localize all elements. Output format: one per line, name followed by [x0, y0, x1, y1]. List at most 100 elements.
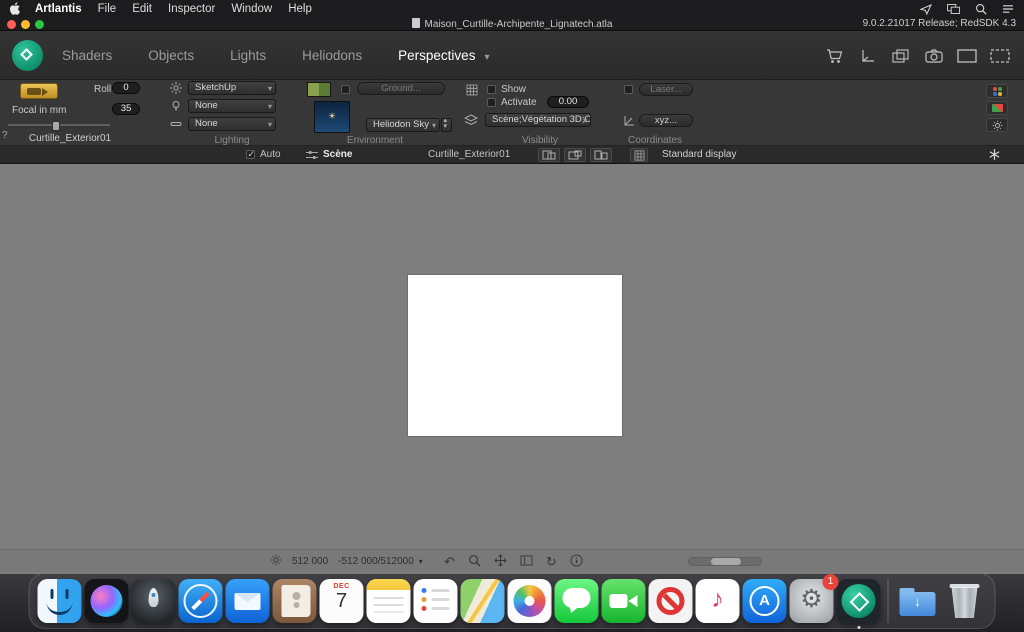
dock-reminders-icon[interactable] [414, 579, 458, 623]
dock-siri-icon[interactable] [85, 579, 129, 623]
zoom-icon[interactable] [468, 554, 481, 570]
red-green-icon [992, 104, 1003, 112]
neon-set-dropdown-2[interactable]: None [188, 117, 276, 131]
dock-finder-icon[interactable] [38, 579, 82, 623]
sky-type-dropdown[interactable]: Heliodon Sky [366, 118, 440, 132]
cart-icon[interactable] [823, 46, 847, 66]
menu-inspector[interactable]: Inspector [168, 3, 215, 15]
dock-maps-icon[interactable] [461, 579, 505, 623]
display-mode-selector[interactable]: Standard display [662, 149, 737, 160]
tab-objects[interactable]: Objects [148, 48, 194, 63]
laser-checkbox[interactable] [624, 85, 633, 94]
menu-window[interactable]: Window [231, 3, 272, 15]
neon-set-value-1: None [195, 100, 218, 111]
sky-stepper[interactable] [441, 118, 452, 132]
camera-name-label: Curtille_Exterior01 [0, 133, 140, 144]
undo-icon[interactable]: ↶ [444, 555, 455, 568]
dock-no-entry-icon[interactable] [649, 579, 693, 623]
dock-app-store-icon[interactable] [743, 579, 787, 623]
layers-dropdown[interactable]: Scène;Végétation 3D;Obj. [485, 113, 591, 127]
neon-set-value-2: None [195, 118, 218, 129]
dock-messages-icon[interactable] [555, 579, 599, 623]
ground-color-swatch[interactable] [307, 82, 331, 97]
ground-checkbox[interactable] [341, 85, 350, 94]
lights-set-value: SketchUp [195, 82, 236, 93]
pan-icon[interactable] [494, 554, 507, 570]
focal-slider[interactable] [8, 124, 110, 126]
menu-help[interactable]: Help [288, 3, 312, 15]
aspect-preset-button-3[interactable] [590, 148, 612, 162]
menu-edit[interactable]: Edit [132, 3, 152, 15]
windows-stack-icon[interactable] [889, 46, 913, 66]
focal-label: Focal in mm [12, 105, 66, 116]
dock-calendar-icon[interactable]: DEC 7 [320, 579, 364, 623]
safe-frame-button[interactable] [630, 148, 648, 162]
status-displays-icon[interactable] [947, 4, 960, 14]
aspect-preset-button-2[interactable] [564, 148, 586, 162]
dashed-frame-icon[interactable] [988, 46, 1012, 66]
xyz-button[interactable]: xyz... [639, 114, 693, 127]
dock-facetime-icon[interactable] [602, 579, 646, 623]
dock-downloads-folder-icon[interactable]: ↓ [896, 579, 940, 623]
panel-layout-icon[interactable] [520, 555, 533, 569]
corner-ruler-icon[interactable] [856, 46, 880, 66]
apple-menu-icon[interactable] [10, 2, 21, 15]
sky-preview-thumbnail[interactable] [314, 101, 350, 133]
tab-shaders[interactable]: Shaders [62, 48, 112, 63]
dock: DEC 7 1 ↓ [29, 573, 996, 629]
coordinates-section-label: Coordinates [613, 135, 697, 146]
auto-checkbox[interactable] [246, 150, 255, 159]
diamond-icon [20, 48, 33, 61]
menu-file[interactable]: File [98, 3, 117, 15]
aspect-preset-button-1[interactable] [538, 148, 560, 162]
dock-music-icon[interactable] [696, 579, 740, 623]
dock-artlantis-icon[interactable] [837, 579, 881, 623]
dock-mail-icon[interactable] [226, 579, 270, 623]
camera-icon[interactable] [922, 46, 946, 66]
scrollbar-thumb[interactable] [711, 558, 741, 565]
document-icon [412, 18, 420, 28]
tab-heliodons[interactable]: Heliodons [302, 48, 362, 63]
ground-button[interactable]: Ground... [357, 82, 445, 95]
viewport-canvas[interactable]: 512 000 -512 000/512000 ↶ ↻ [0, 164, 1024, 574]
activate-value-input[interactable]: 0.00 [547, 96, 589, 108]
show-checkbox[interactable] [487, 85, 496, 94]
notification-center-icon[interactable] [1002, 4, 1014, 14]
status-plane-icon[interactable] [920, 3, 932, 15]
laser-button[interactable]: Laser... [639, 83, 693, 96]
render-settings-gear-icon[interactable] [270, 554, 282, 569]
spotlight-search-icon[interactable] [975, 3, 987, 15]
camera-type-button[interactable] [20, 83, 58, 99]
dock-trash-icon[interactable] [943, 579, 987, 623]
roll-input[interactable]: 0 [112, 82, 140, 94]
neon-tube-icon [170, 118, 182, 130]
dock-contacts-icon[interactable] [273, 579, 317, 623]
frame-icon[interactable] [955, 46, 979, 66]
menu-bar-status-icons [920, 3, 1014, 15]
render-size-value[interactable]: 512 000 [292, 556, 328, 567]
info-icon[interactable] [570, 554, 583, 570]
color-dots-icon [992, 86, 1002, 96]
render-size-detail-dropdown[interactable]: -512 000/512000 [338, 556, 423, 567]
tab-lights[interactable]: Lights [230, 48, 266, 63]
dock-system-preferences-icon[interactable]: 1 [790, 579, 834, 623]
dock-photos-icon[interactable] [508, 579, 552, 623]
neon-set-dropdown-1[interactable]: None [188, 99, 276, 113]
tab-perspectives[interactable]: Perspectives [398, 48, 489, 63]
refresh-icon[interactable]: ↻ [546, 555, 557, 568]
scene-settings-icon [306, 150, 318, 163]
app-menu-artlantis[interactable]: Artlantis [35, 3, 82, 15]
scene-bar: Auto Scène Curtille_Exterior01 Standard … [0, 146, 1024, 164]
viewport-scrollbar[interactable] [688, 557, 762, 566]
dock-safari-icon[interactable] [179, 579, 223, 623]
inspector-tab-bar: Shaders Objects Lights Heliodons Perspec… [0, 31, 1024, 80]
red-green-toggle-button[interactable] [986, 101, 1008, 115]
dock-notes-icon[interactable] [367, 579, 411, 623]
render-burst-icon[interactable] [988, 148, 1001, 164]
lights-set-dropdown[interactable]: SketchUp [188, 81, 276, 95]
settings-button[interactable] [986, 118, 1008, 132]
render-colors-button[interactable] [986, 84, 1008, 98]
activate-checkbox[interactable] [487, 98, 496, 107]
dock-launchpad-icon[interactable] [132, 579, 176, 623]
focal-input[interactable]: 35 [112, 103, 140, 115]
